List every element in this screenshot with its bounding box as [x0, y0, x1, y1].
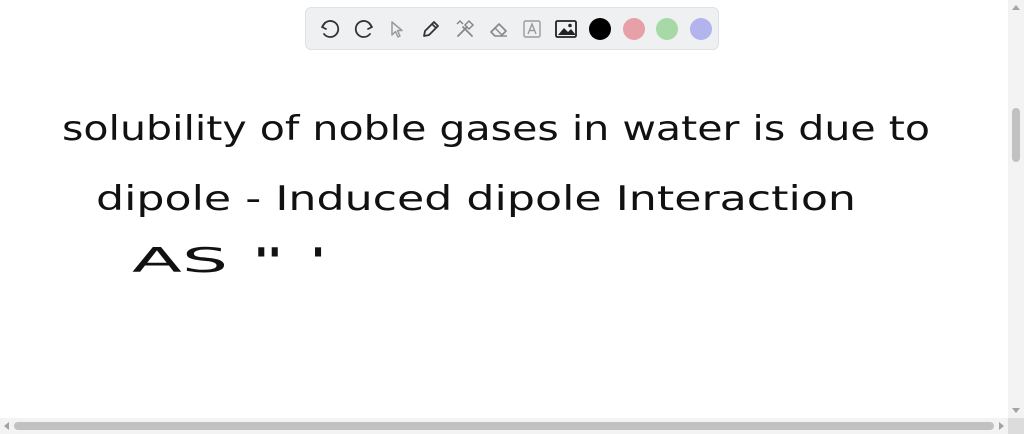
scroll-left-arrow-icon[interactable] — [4, 422, 9, 430]
tools-icon — [456, 19, 474, 37]
text-icon — [523, 19, 542, 38]
color-black-swatch — [588, 17, 611, 40]
redo-button[interactable] — [347, 12, 381, 46]
color-swatch-black[interactable] — [583, 12, 617, 46]
redo-icon — [354, 19, 373, 38]
scrollbar-corner — [1008, 418, 1024, 434]
pen-button[interactable] — [414, 12, 448, 46]
eraser-button[interactable] — [482, 12, 516, 46]
undo-icon — [320, 19, 339, 38]
tools-button[interactable] — [448, 12, 482, 46]
pen-icon — [423, 20, 440, 37]
whiteboard-page: solubility of noble gases in water is du… — [0, 0, 1024, 434]
undo-button[interactable] — [313, 12, 347, 46]
eraser-icon — [489, 22, 507, 37]
color-swatch-green[interactable] — [651, 12, 685, 46]
horizontal-scrollbar[interactable] — [0, 418, 1008, 434]
handwriting-layer: solubility of noble gases in water is du… — [62, 109, 930, 281]
handwriting-line-2: dipole - Induced dipole Interaction — [96, 179, 856, 219]
scroll-up-arrow-icon[interactable] — [1012, 5, 1020, 10]
color-pink-swatch — [622, 17, 645, 40]
vertical-scroll-thumb[interactable] — [1012, 108, 1020, 162]
vertical-scrollbar[interactable] — [1008, 0, 1024, 418]
handwriting-line-3: AS " ' — [132, 241, 328, 281]
horizontal-scroll-thumb[interactable] — [14, 422, 994, 430]
scroll-down-arrow-icon[interactable] — [1012, 408, 1020, 413]
color-swatch-purple[interactable] — [684, 12, 718, 46]
image-icon — [555, 19, 578, 38]
handwriting-line-1: solubility of noble gases in water is du… — [62, 109, 930, 149]
select-pointer-icon — [391, 20, 404, 38]
scroll-right-arrow-icon[interactable] — [999, 422, 1004, 430]
select-button[interactable] — [381, 12, 415, 46]
drawing-canvas[interactable]: solubility of noble gases in water is du… — [0, 60, 1008, 418]
image-button[interactable] — [549, 12, 583, 46]
text-button[interactable] — [516, 12, 550, 46]
drawing-toolbar — [305, 7, 719, 50]
color-swatch-pink[interactable] — [617, 12, 651, 46]
color-purple-swatch — [690, 17, 713, 40]
color-green-swatch — [656, 17, 679, 40]
